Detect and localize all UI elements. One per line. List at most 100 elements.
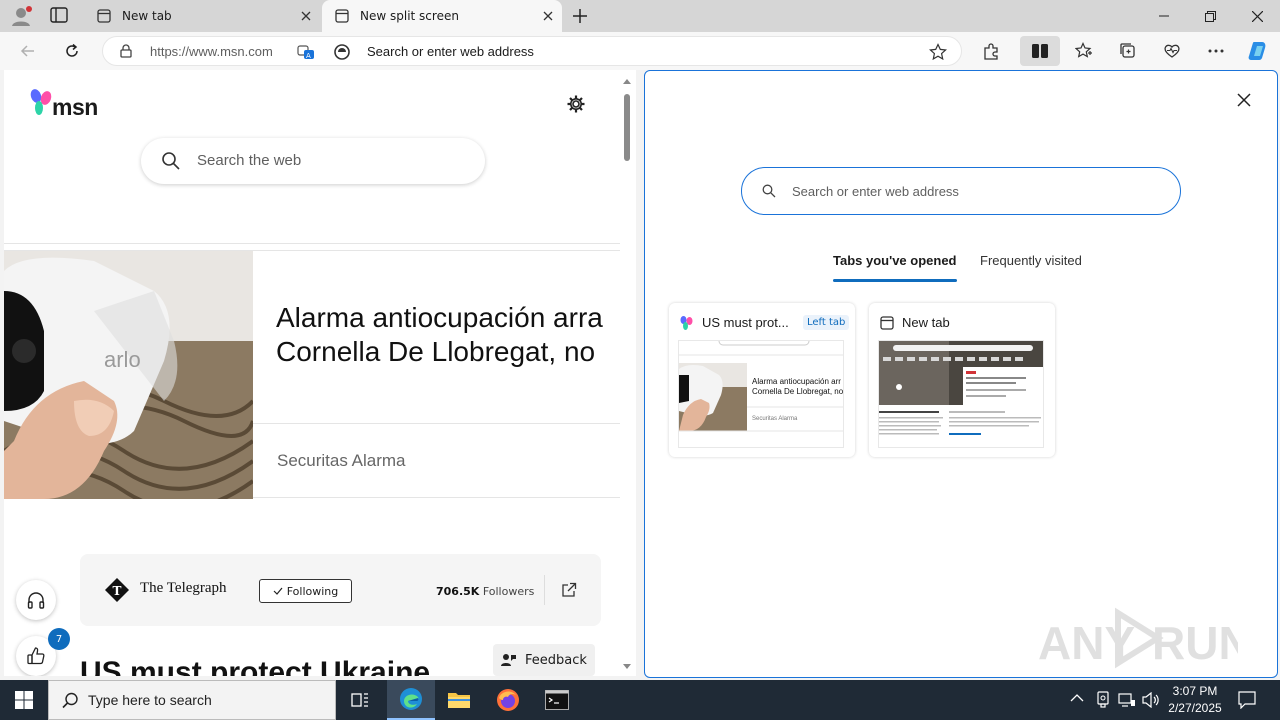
- url-text[interactable]: https://www.msn.com: [150, 44, 273, 59]
- left-pane-msn: msn Search the web arlo Alarma antiocupa…: [4, 70, 636, 676]
- tab-new-tab[interactable]: New tab: [84, 0, 320, 32]
- svg-text:T: T: [113, 584, 122, 598]
- ad-image[interactable]: arlo: [4, 251, 253, 499]
- extensions-button[interactable]: [977, 37, 1005, 65]
- tile-thumbnail: [878, 340, 1044, 448]
- anyrun-watermark: ANY RUN: [1038, 607, 1238, 669]
- following-button[interactable]: Following: [259, 579, 352, 603]
- terminal-icon: [545, 690, 569, 710]
- network-icon[interactable]: [1118, 692, 1136, 708]
- divider: [544, 575, 545, 605]
- taskbar-search-placeholder[interactable]: Type here to search: [88, 692, 212, 708]
- msn-search-box[interactable]: Search the web: [141, 138, 485, 184]
- translate-icon[interactable]: A: [297, 43, 315, 61]
- left-tab-badge: Left tab: [803, 315, 850, 330]
- address-placeholder[interactable]: Search or enter web address: [367, 44, 534, 59]
- divider: [253, 423, 620, 424]
- tile-new-tab[interactable]: New tab: [869, 303, 1055, 457]
- tile-us-must-protect[interactable]: US must prot... Left tab Alarma antiocup: [669, 303, 855, 457]
- split-screen-button[interactable]: [1020, 36, 1060, 66]
- favorites-button[interactable]: [1070, 37, 1098, 65]
- close-window-button[interactable]: [1234, 0, 1280, 32]
- right-pane-split-screen: Search or enter web address Tabs you've …: [644, 70, 1278, 678]
- taskbar-terminal[interactable]: [533, 680, 581, 720]
- back-button[interactable]: [14, 37, 42, 65]
- split-search-placeholder[interactable]: Search or enter web address: [792, 184, 959, 199]
- collections-button[interactable]: [1114, 37, 1142, 65]
- task-view-button[interactable]: [336, 680, 384, 720]
- scrollbar[interactable]: [622, 78, 632, 670]
- search-icon: [762, 184, 776, 198]
- close-icon[interactable]: [540, 8, 556, 24]
- show-hidden-icons-chevron-icon[interactable]: [1070, 693, 1084, 703]
- open-external-icon[interactable]: [561, 582, 577, 598]
- tab-new-split-screen[interactable]: New split screen: [322, 0, 562, 32]
- tile-title: New tab: [902, 315, 950, 330]
- svg-text:RUN: RUN: [1152, 617, 1238, 669]
- search-icon: [62, 692, 79, 709]
- system-clock[interactable]: 3:07 PM 2/27/2025: [1160, 683, 1230, 717]
- page-icon: [879, 315, 895, 331]
- address-bar[interactable]: https://www.msn.com A Search or enter we…: [102, 36, 962, 66]
- notifications-icon[interactable]: [1238, 691, 1256, 709]
- followers-number: 706.5K: [436, 585, 480, 598]
- more-options-button[interactable]: [1202, 37, 1230, 65]
- feedback-label: Feedback: [525, 652, 587, 668]
- title-bar: New tab New split screen: [0, 0, 1280, 32]
- volume-icon[interactable]: [1142, 692, 1160, 708]
- clock-date: 2/27/2025: [1168, 701, 1222, 715]
- close-split-icon[interactable]: [1237, 93, 1251, 107]
- listen-button[interactable]: [16, 580, 56, 620]
- start-button[interactable]: [0, 680, 48, 720]
- like-count-badge: 7: [48, 628, 70, 650]
- taskbar-firefox[interactable]: [484, 680, 532, 720]
- ad-title-line[interactable]: Cornella De Llobregat, no: [276, 335, 620, 369]
- tile-thumbnail: Alarma antiocupación arr Cornella De Llo…: [678, 340, 844, 448]
- taskbar-search-box[interactable]: Type here to search: [48, 680, 336, 720]
- restore-button[interactable]: [1187, 0, 1233, 32]
- refresh-button[interactable]: [58, 37, 86, 65]
- followers-label: Followers: [482, 585, 535, 598]
- svg-text:A: A: [306, 52, 311, 60]
- thumbs-up-icon: [26, 646, 46, 666]
- tab-tabs-youve-opened[interactable]: Tabs you've opened: [833, 253, 957, 268]
- tab-title: New split screen: [360, 9, 459, 23]
- copilot-icon[interactable]: [1244, 37, 1272, 65]
- feedback-icon: [501, 653, 517, 667]
- settings-gear-icon[interactable]: [566, 94, 586, 114]
- minimize-button[interactable]: [1141, 0, 1187, 32]
- thumb-ad-source: Securitas Alarma: [752, 416, 798, 422]
- taskbar-edge-app[interactable]: [387, 680, 435, 720]
- thumb-ad-title: Alarma antiocupación arr Cornella De Llo…: [752, 377, 843, 397]
- split-search-box[interactable]: Search or enter web address: [741, 167, 1181, 215]
- content-area: msn Search the web arlo Alarma antiocupa…: [0, 70, 1280, 680]
- favorite-star-icon[interactable]: [929, 43, 947, 61]
- publisher-name[interactable]: The Telegraph: [140, 580, 227, 597]
- firefox-icon: [496, 688, 520, 712]
- following-label: Following: [286, 584, 339, 598]
- device-icon[interactable]: [1095, 691, 1111, 709]
- msn-logo-text: msn: [52, 94, 98, 120]
- page-icon: [96, 8, 112, 24]
- new-tab-plus-icon[interactable]: [570, 6, 590, 26]
- ad-source[interactable]: Securitas Alarma: [277, 451, 406, 471]
- close-icon[interactable]: [298, 8, 314, 24]
- browser-essentials-button[interactable]: [1158, 37, 1186, 65]
- msn-favicon-icon: [679, 315, 695, 331]
- taskbar-file-explorer[interactable]: [435, 680, 483, 720]
- toolbar: https://www.msn.com A Search or enter we…: [0, 32, 1280, 70]
- thumb-line: Cornella De Llobregat, no: [752, 387, 844, 396]
- ad-title-line[interactable]: Alarma antiocupación arra: [276, 301, 620, 335]
- profile-icon[interactable]: [10, 5, 34, 27]
- tab-actions-icon[interactable]: [50, 7, 70, 25]
- tile-title: US must prot...: [702, 315, 789, 330]
- sponsored-ad-card[interactable]: arlo Alarma antiocupación arra Cornella …: [4, 250, 620, 499]
- taskbar: Type here to search 3:07 PM 2/27/2025: [0, 680, 1280, 720]
- msn-search-placeholder[interactable]: Search the web: [197, 152, 301, 169]
- ad-title[interactable]: Alarma antiocupación arra Cornella De Ll…: [276, 301, 620, 369]
- tab-frequently-visited[interactable]: Frequently visited: [980, 253, 1082, 268]
- page-icon: [334, 8, 350, 24]
- lock-icon[interactable]: [119, 44, 133, 58]
- article-headline[interactable]: US must protect Ukraine: [80, 656, 430, 676]
- feedback-button[interactable]: Feedback: [493, 644, 595, 676]
